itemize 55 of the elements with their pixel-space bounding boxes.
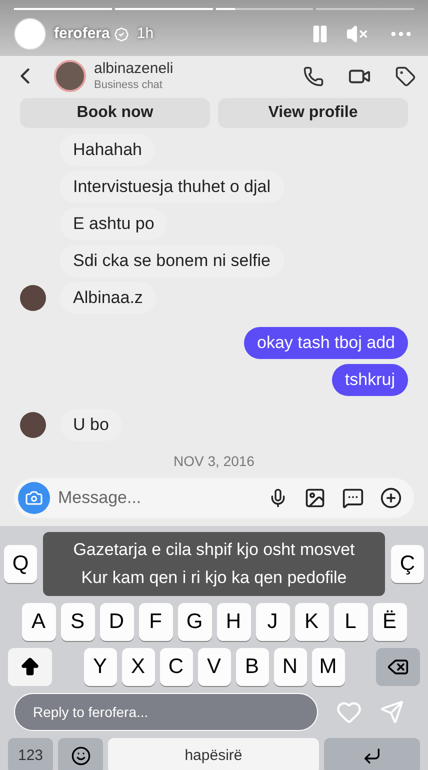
message-bubble: U bo [60,409,122,441]
tag-icon[interactable] [395,66,416,86]
keyboard-key[interactable]: Ç [391,545,424,583]
chat-subtitle: Business chat [94,78,164,92]
image-icon[interactable] [304,487,326,509]
keyboard-key[interactable]: L [334,603,368,641]
keyboard-key[interactable]: Q [4,545,37,583]
camera-button[interactable] [18,482,50,514]
keyboard-key[interactable]: V [198,648,230,686]
plus-icon[interactable] [380,487,402,509]
keyboard-key[interactable]: S [60,603,94,641]
keyboard-key[interactable]: F [138,603,172,641]
chat-avatar [54,60,86,92]
story-time: 1h [136,24,154,44]
keyboard-key[interactable]: M [312,648,344,686]
emoji-key[interactable] [58,738,103,770]
chat-action-button[interactable]: Book now [20,98,210,128]
message-placeholder: Message... [58,487,142,510]
keyboard-key[interactable]: D [100,603,134,641]
keyboard-key[interactable]: X [122,648,154,686]
shift-key[interactable] [8,648,52,686]
phone-icon[interactable] [303,66,324,86]
keyboard-key[interactable]: Y [84,648,116,686]
message-bubble: Hahahah [60,134,156,166]
chat-bubble-icon[interactable] [342,487,364,509]
caption-line: Kur kam qen i ri kjo ka qen pedofile [81,567,347,589]
keyboard-key[interactable]: C [160,648,192,686]
message-bubble: E ashtu po [60,208,168,240]
date-divider: NOV 3, 2016 [172,452,256,471]
smiley-icon [70,746,90,766]
message-bubble: Sdi cka se bonem ni selfie [60,245,284,277]
reply-placeholder: Reply to ferofera... [33,702,148,722]
caption-line: Gazetarja e cila shpif kjo osht mosvet [73,539,355,561]
space-key[interactable]: hapësirë [108,738,319,770]
keyboard-key[interactable]: Ë [372,603,406,641]
keyboard-key[interactable]: K [294,603,328,641]
chat-name: albinazeneli [94,60,174,78]
keyboard-key[interactable]: B [236,648,268,686]
reply-field[interactable]: Reply to ferofera... [14,693,318,731]
message-bubble: tshkruj [332,364,408,396]
keyboard-key[interactable]: H [216,603,250,641]
keyboard-key[interactable]: J [256,603,290,641]
camera-icon [25,489,43,507]
message-bubble: Intervistuesja thuhet o djal [60,171,284,203]
message-bubble: Albinaa.z [60,282,156,314]
keyboard-key[interactable]: A [22,603,56,641]
numbers-key[interactable]: 123 [8,738,53,770]
chat-action-button[interactable]: View profile [218,98,408,128]
message-bubble: okay tash tboj add [244,327,408,359]
shift-arrow-icon [19,656,41,678]
keyboard-key[interactable]: N [274,648,306,686]
message-composer[interactable]: Message... [14,478,414,518]
delete-key[interactable] [376,648,420,686]
return-icon [362,746,382,766]
keyboard-key[interactable]: G [178,603,212,641]
